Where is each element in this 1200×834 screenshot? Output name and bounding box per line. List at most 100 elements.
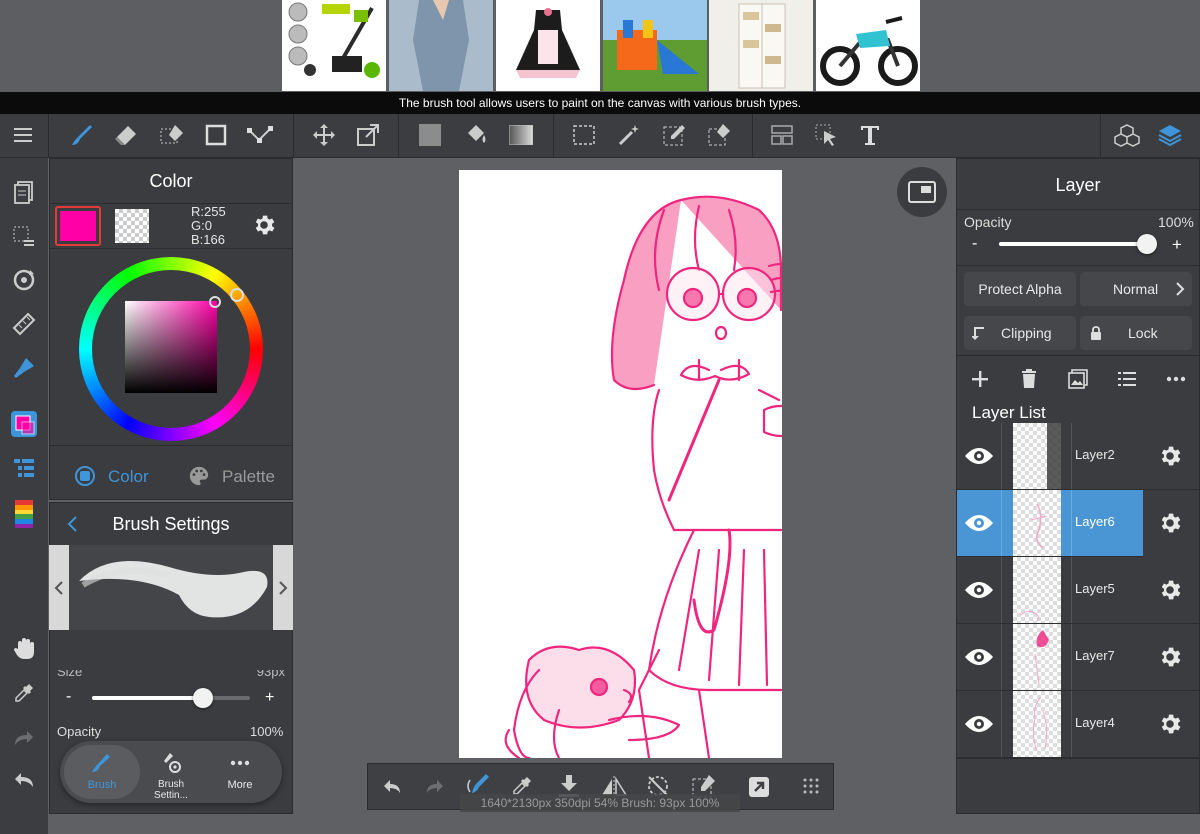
operation-tool-icon[interactable] [810, 120, 842, 150]
visibility-eye-icon[interactable] [963, 642, 995, 672]
share-export-icon[interactable] [744, 772, 774, 802]
ad-image-dirt-bike[interactable] [816, 0, 920, 91]
selection-menu-icon[interactable] [9, 222, 39, 250]
canvas-undo-icon[interactable] [378, 775, 406, 799]
color-tab-icon[interactable] [72, 463, 98, 489]
eyedropper-icon[interactable] [9, 678, 39, 708]
materials-icon[interactable] [1111, 120, 1143, 150]
palette-tab-label[interactable]: Palette [222, 467, 275, 487]
layer-opacity-slider-track[interactable] [999, 234, 1157, 254]
size-slider-track[interactable] [92, 688, 250, 708]
layer-thumbnail [1013, 624, 1061, 690]
layer-thumbnail [1013, 691, 1061, 757]
brush-prev-arrow-icon[interactable] [49, 545, 69, 630]
layer-panel-title: Layer [1055, 175, 1101, 195]
divider [1071, 423, 1072, 489]
delete-layer-icon[interactable] [1015, 366, 1043, 392]
ad-image-trimmer[interactable] [282, 0, 386, 91]
layer-settings-gear-icon[interactable] [1155, 709, 1185, 739]
ad-image-maid-dress[interactable] [496, 0, 600, 91]
protect-alpha-button[interactable]: Protect Alpha [964, 272, 1076, 306]
layer-settings-gear-icon[interactable] [1155, 642, 1185, 672]
fill-color-icon[interactable] [414, 120, 446, 150]
visibility-eye-icon[interactable] [963, 508, 995, 538]
divider [49, 248, 293, 249]
ad-image-jumpsuit[interactable] [389, 0, 493, 91]
color-tab-label[interactable]: Color [108, 467, 149, 487]
canvas-redo-icon[interactable] [421, 775, 449, 799]
brush-tool-icon[interactable] [66, 120, 98, 150]
primary-color-swatch[interactable] [55, 206, 101, 246]
divider [956, 758, 1200, 759]
select-pen-icon[interactable] [658, 120, 690, 150]
add-layer-icon[interactable] [966, 366, 994, 392]
layer-opacity-minus[interactable]: - [972, 235, 977, 253]
frame-divider-icon[interactable] [766, 120, 798, 150]
layer-opacity-plus[interactable]: + [1172, 235, 1182, 255]
brush-next-arrow-icon[interactable] [273, 545, 293, 630]
hand-tool-icon[interactable] [9, 634, 39, 664]
ruler-icon[interactable] [9, 310, 39, 338]
chevron-right-icon [1172, 279, 1188, 299]
layer-list-icon[interactable] [1113, 366, 1141, 392]
drawing-canvas[interactable] [459, 170, 782, 758]
saturation-square[interactable] [125, 296, 221, 393]
gradient-tool-icon[interactable] [505, 120, 537, 150]
selection-eraser-icon[interactable] [156, 120, 188, 150]
layer-row-layer7[interactable]: Layer7 [957, 624, 1200, 691]
rotate-canvas-icon[interactable] [9, 266, 39, 294]
select-rect-icon[interactable] [568, 120, 600, 150]
brush-settings-tab-label[interactable]: Brush Settin... [140, 779, 202, 801]
divider [1001, 423, 1002, 489]
bucket-tool-icon[interactable] [460, 120, 492, 150]
brush-icon[interactable] [88, 751, 114, 775]
layer-settings-gear-icon[interactable] [1155, 508, 1185, 538]
ad-image-bounce-house[interactable] [603, 0, 707, 91]
layer-row-layer5[interactable]: Layer5 [957, 557, 1200, 624]
layer-settings-gear-icon[interactable] [1155, 575, 1185, 605]
undo-icon[interactable] [9, 766, 39, 794]
size-value: 93px [256, 670, 285, 679]
color-settings-gear-icon[interactable] [249, 210, 279, 240]
magic-wand-icon[interactable] [613, 120, 645, 150]
visibility-eye-icon[interactable] [963, 709, 995, 739]
brush-tab-label[interactable]: Brush [64, 779, 140, 791]
layer-row-layer2[interactable]: Layer2 [957, 423, 1200, 490]
palette-strip-icon[interactable] [9, 498, 39, 530]
ad-image-cabinet[interactable] [709, 0, 813, 91]
visibility-eye-icon[interactable] [963, 575, 995, 605]
menu-icon[interactable] [8, 120, 38, 150]
layer-settings-gear-icon[interactable] [1155, 441, 1185, 471]
move-tool-icon[interactable] [308, 120, 340, 150]
size-slider-knob[interactable] [193, 688, 213, 708]
polyline-tool-icon[interactable] [244, 120, 276, 150]
layer-panel-icon[interactable] [9, 454, 39, 482]
layer-name: Layer4 [1075, 715, 1115, 730]
palette-tab-icon[interactable] [186, 463, 212, 489]
layer-row-layer4[interactable]: Layer4 [957, 691, 1200, 758]
transparent-color-swatch[interactable] [115, 209, 149, 243]
layers-icon[interactable] [1154, 120, 1186, 150]
color-panel-icon[interactable] [8, 408, 40, 440]
pages-icon[interactable] [9, 178, 39, 206]
select-eraser-icon[interactable] [703, 120, 735, 150]
layer-more-icon[interactable] [1162, 366, 1190, 392]
more-tab-label[interactable]: More [210, 779, 270, 791]
visibility-eye-icon[interactable] [963, 441, 995, 471]
canvas-view-toggle-icon[interactable] [897, 167, 947, 217]
size-plus[interactable]: + [265, 689, 274, 707]
layer-opacity-slider-knob[interactable] [1137, 234, 1157, 254]
text-tool-icon[interactable] [854, 120, 886, 150]
more-icon[interactable] [227, 753, 253, 773]
transform-tool-icon[interactable] [352, 120, 384, 150]
size-minus[interactable]: - [66, 688, 71, 706]
brush-settings-icon[interactable] [158, 751, 184, 775]
layer-image-icon[interactable] [1064, 366, 1092, 392]
shape-tool-icon[interactable] [200, 120, 232, 150]
brush-panel-icon[interactable] [9, 354, 39, 382]
redo-icon[interactable] [9, 724, 39, 752]
grid-menu-icon[interactable] [797, 772, 825, 800]
layer-row-layer6[interactable]: Layer6 [957, 490, 1143, 557]
color-panel-title: Color [149, 171, 193, 191]
eraser-tool-icon[interactable] [110, 120, 142, 150]
